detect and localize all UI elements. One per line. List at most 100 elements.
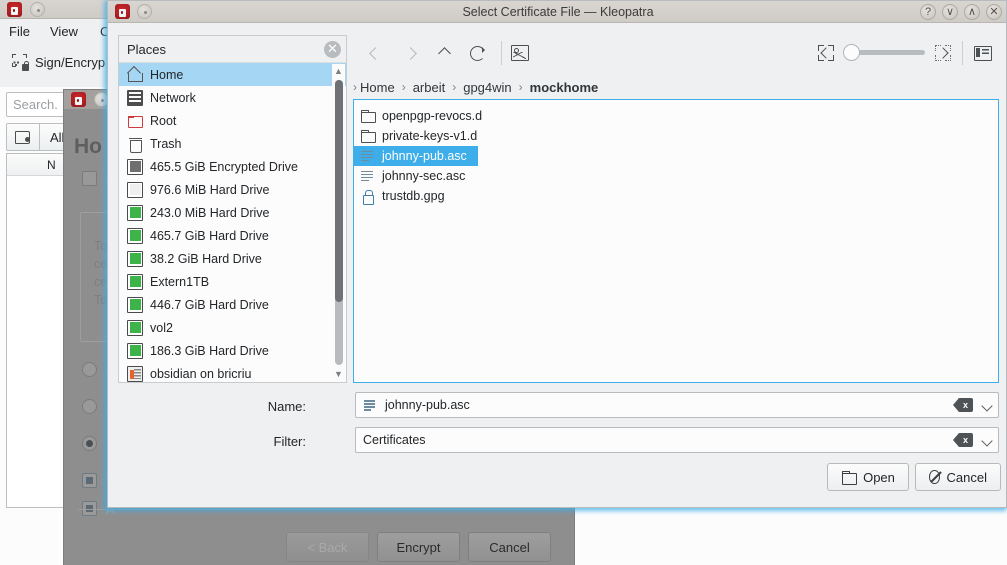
menu-file[interactable]: File — [9, 24, 30, 39]
chevron-right-icon — [404, 47, 417, 60]
place-label: Network — [150, 91, 196, 105]
sign-encrypt-toolbutton[interactable]: Sign/Encryp — [12, 54, 105, 71]
places-scrollbar[interactable]: ▲ ▼ — [332, 64, 345, 381]
name-input[interactable]: johnny-pub.asc x — [355, 392, 999, 418]
text-file-icon — [360, 149, 375, 164]
wizard-archive-checkbox[interactable] — [82, 171, 97, 186]
zoom-slider-track[interactable] — [853, 50, 925, 55]
dialog-titlebar-buttons: ? ∨ ∧ ✕ — [920, 4, 1002, 20]
place-item-drive[interactable]: 38.2 GiB Hard Drive — [119, 247, 346, 270]
zoom-slider-handle[interactable] — [843, 44, 860, 61]
places-list[interactable]: Home Network Root Trash 465.5 GiB Encryp… — [119, 63, 346, 382]
hard-drive-icon — [127, 297, 143, 313]
place-item-network[interactable]: Network — [119, 86, 346, 109]
file-list-item[interactable]: trustdb.gpg — [354, 186, 998, 206]
open-button[interactable]: Open — [827, 463, 909, 491]
place-item-drive[interactable]: 446.7 GiB Hard Drive — [119, 293, 346, 316]
breadcrumb-item-arbeit[interactable]: arbeit — [413, 80, 446, 95]
breadcrumb-item-home[interactable]: Home — [360, 80, 395, 95]
place-item-root[interactable]: Root — [119, 109, 346, 132]
sign-encrypt-icon — [12, 54, 29, 71]
help-button[interactable]: ? — [920, 4, 936, 20]
dialog-window-menu-button[interactable] — [137, 4, 152, 19]
hard-drive-icon — [127, 251, 143, 267]
nav-up-button[interactable] — [429, 38, 459, 68]
place-item-drive[interactable]: 186.3 GiB Hard Drive — [119, 339, 346, 362]
new-folder-button[interactable] — [6, 123, 40, 151]
file-list[interactable]: openpgp-revocs.d private-keys-v1.d johnn… — [353, 99, 999, 383]
place-item-drive[interactable]: Extern1TB — [119, 270, 346, 293]
wizard-back-button[interactable]: < Back — [286, 532, 369, 562]
breadcrumb-separator: › — [397, 80, 411, 94]
filter-label: Filter: — [240, 434, 306, 449]
nav-back-button[interactable] — [360, 38, 390, 68]
place-item-drive[interactable]: 465.7 GiB Hard Drive — [119, 224, 346, 247]
wizard-radio-2[interactable] — [82, 399, 97, 414]
chevron-down-icon[interactable] — [981, 435, 992, 446]
nav-reload-button[interactable] — [462, 38, 492, 68]
file-name: openpgp-revocs.d — [382, 109, 482, 123]
wizard-radio-3[interactable] — [82, 436, 97, 451]
home-icon — [127, 67, 143, 83]
toolbar-separator-2 — [962, 41, 963, 65]
root-folder-icon — [127, 113, 143, 129]
text-file-icon — [363, 398, 378, 412]
new-folder-icon — [15, 130, 31, 144]
filter-value: Certificates — [363, 433, 426, 447]
name-input-value: johnny-pub.asc — [385, 398, 470, 412]
preview-toggle-button[interactable] — [503, 38, 537, 68]
zoom-in-button[interactable] — [928, 38, 958, 68]
mounted-drive-icon — [127, 182, 143, 198]
chevron-up-icon — [438, 47, 451, 60]
clear-text-icon[interactable]: x — [958, 398, 973, 412]
nav-forward-button[interactable] — [395, 38, 425, 68]
scroll-down-icon[interactable]: ▼ — [332, 367, 345, 381]
filter-combobox[interactable]: Certificates x — [355, 427, 999, 453]
view-mode-button[interactable] — [967, 38, 999, 68]
file-list-item[interactable]: openpgp-revocs.d — [354, 106, 998, 126]
chevron-down-icon[interactable] — [981, 400, 992, 411]
toolbar-separator — [501, 41, 502, 65]
scrollbar-thumb[interactable] — [335, 80, 343, 302]
clear-text-icon[interactable]: x — [958, 433, 973, 447]
zoom-out-button[interactable] — [811, 38, 841, 68]
folder-icon — [360, 129, 375, 144]
place-item-trash[interactable]: Trash — [119, 132, 346, 155]
sign-encrypt-label: Sign/Encryp — [35, 55, 105, 70]
zoom-out-icon — [818, 45, 834, 61]
place-item-drive[interactable]: 243.0 MiB Hard Drive — [119, 201, 346, 224]
trash-icon — [127, 136, 143, 152]
close-button[interactable]: ✕ — [986, 4, 1002, 20]
breadcrumb-item-mockhome[interactable]: mockhome — [530, 80, 599, 95]
window-menu-button[interactable] — [30, 2, 45, 20]
minimize-button[interactable]: ∨ — [942, 4, 958, 20]
place-item-drive[interactable]: vol2 — [119, 316, 346, 339]
place-item-drive[interactable]: 976.6 MiB Hard Drive — [119, 178, 346, 201]
place-item-home[interactable]: Home — [119, 63, 346, 86]
file-list-item[interactable]: johnny-sec.asc — [354, 166, 998, 186]
breadcrumb-lead-icon: › — [353, 80, 357, 94]
wizard-encrypt-button[interactable]: Encrypt — [377, 532, 460, 562]
place-label: vol2 — [150, 321, 173, 335]
lock-file-icon — [360, 189, 375, 204]
file-name: johnny-sec.asc — [382, 169, 465, 183]
cancel-icon — [929, 470, 940, 484]
remote-share-icon — [127, 366, 143, 382]
file-list-item-selected[interactable]: johnny-pub.asc — [354, 146, 478, 166]
place-label: 446.7 GiB Hard Drive — [150, 298, 269, 312]
scroll-up-icon[interactable]: ▲ — [332, 64, 345, 78]
breadcrumb-item-gpg4win[interactable]: gpg4win — [463, 80, 511, 95]
place-label: obsidian on bricriu — [150, 367, 251, 381]
place-item-remote[interactable]: obsidian on bricriu — [119, 362, 346, 382]
wizard-radio-1[interactable] — [82, 362, 97, 377]
cancel-button[interactable]: Cancel — [915, 463, 1001, 491]
cancel-button-label: Cancel — [947, 470, 987, 485]
maximize-button[interactable]: ∧ — [964, 4, 980, 20]
wizard-checkbox-1[interactable] — [82, 473, 97, 488]
menu-view[interactable]: View — [50, 24, 78, 39]
dialog-titlebar[interactable]: Select Certificate File — Kleopatra ? ∨ … — [108, 1, 1007, 23]
file-list-item[interactable]: private-keys-v1.d — [354, 126, 998, 146]
place-item-drive[interactable]: 465.5 GiB Encrypted Drive — [119, 155, 346, 178]
places-close-icon[interactable]: ✕ — [324, 41, 341, 58]
wizard-cancel-button[interactable]: Cancel — [468, 532, 551, 562]
